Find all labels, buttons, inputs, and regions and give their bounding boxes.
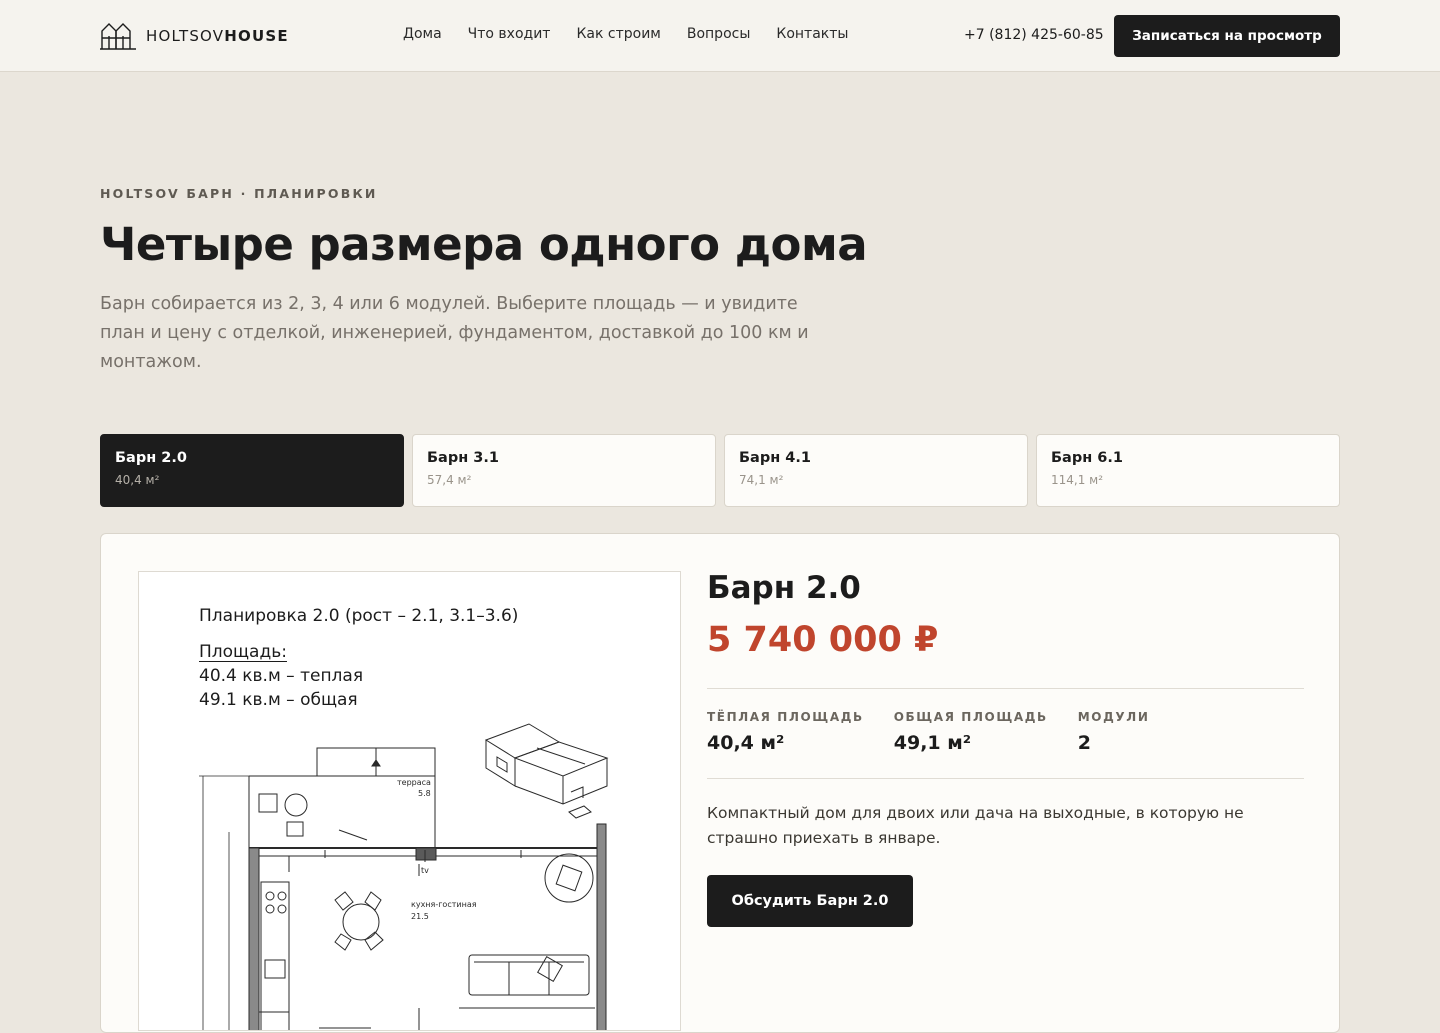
main-nav: Дома Что входит Как строим Вопросы Конта… xyxy=(403,26,848,42)
model-description: Компактный дом для двоих или дача на вых… xyxy=(707,804,1244,847)
tab-barn-3-1[interactable]: Барн 3.1 57,4 м² xyxy=(412,434,716,507)
house-gable-logo-icon xyxy=(100,23,136,50)
page-subtitle: Барн собирается из 2, 3, 4 или 6 модулей… xyxy=(100,294,809,372)
isometric-house-sketch xyxy=(484,723,609,819)
spec-modules: МОДУЛИ 2 xyxy=(1078,710,1150,778)
plan-tv-label: tv xyxy=(421,866,429,875)
section-eyebrow: HOLTSOV БАРН · ПЛАНИРОВКИ xyxy=(100,186,378,201)
spec-value: 49,1 м² xyxy=(893,732,972,754)
tab-barn-4-1[interactable]: Барн 4.1 74,1 м² xyxy=(724,434,1028,507)
plan-kitchen-label: кухня-гостиная xyxy=(411,900,477,909)
floor-plan-image: Планировка 2.0 (рост – 2.1, 3.1–3.6) Пло… xyxy=(138,571,681,1031)
nav-link-included[interactable]: Что входит xyxy=(468,26,551,42)
logo[interactable]: HOLTSOVHOUSE xyxy=(100,22,289,50)
tab-area: 74,1 м² xyxy=(739,473,784,487)
plan-total-area: 49.1 кв.м – общая xyxy=(199,690,358,710)
nav-link-how-we-build[interactable]: Как строим xyxy=(576,26,660,42)
tab-name: Барн 4.1 xyxy=(739,450,811,466)
spec-value: 40,4 м² xyxy=(707,732,785,754)
spec-label: ОБЩАЯ ПЛОЩАДЬ xyxy=(893,710,1048,724)
model-info: Барн 2.0 5 740 000 ₽ ТЁПЛАЯ ПЛОЩАДЬ 40,4… xyxy=(707,570,1304,927)
model-detail-card: Планировка 2.0 (рост – 2.1, 3.1–3.6) Пло… xyxy=(100,533,1340,1033)
tab-barn-2-0[interactable]: Барн 2.0 40,4 м² xyxy=(100,434,404,507)
tab-area: 57,4 м² xyxy=(427,473,472,487)
model-title: Барн 2.0 xyxy=(707,570,861,606)
nav-link-houses[interactable]: Дома xyxy=(403,26,442,42)
logo-text: HOLTSOVHOUSE xyxy=(146,27,289,45)
tab-name: Барн 3.1 xyxy=(427,450,499,466)
nav-link-contacts[interactable]: Контакты xyxy=(776,26,848,42)
site-header: HOLTSOVHOUSE Дома Что входит Как строим … xyxy=(0,0,1440,72)
discuss-model-button[interactable]: Обсудить Барн 2.0 xyxy=(707,875,913,927)
plan-terrace-label: терраса xyxy=(397,778,431,787)
plan-area-label: Площадь: xyxy=(199,642,287,662)
tab-barn-6-1[interactable]: Барн 6.1 114,1 м² xyxy=(1036,434,1340,507)
book-viewing-button[interactable]: Записаться на просмотр xyxy=(1114,15,1340,57)
plan-warm-area: 40.4 кв.м – теплая xyxy=(199,666,364,686)
phone-link[interactable]: +7 (812) 425-60-85 xyxy=(964,27,1104,43)
tab-area: 114,1 м² xyxy=(1051,473,1104,487)
nav-link-faq[interactable]: Вопросы xyxy=(687,26,751,42)
tab-name: Барн 2.0 xyxy=(115,450,187,466)
page-title: Четыре размера одного дома xyxy=(100,218,868,271)
spec-total-area: ОБЩАЯ ПЛОЩАДЬ 49,1 м² xyxy=(894,710,1048,778)
model-specs: ТЁПЛАЯ ПЛОЩАДЬ 40,4 м² ОБЩАЯ ПЛОЩАДЬ 49,… xyxy=(707,688,1304,779)
spec-value: 2 xyxy=(1077,732,1091,754)
model-tabs: Барн 2.0 40,4 м² Барн 3.1 57,4 м² Барн 4… xyxy=(100,434,1340,507)
tab-area: 40,4 м² xyxy=(115,473,160,487)
plan-terrace-value: 5.8 xyxy=(418,789,431,798)
plan-kitchen-value: 21.5 xyxy=(411,912,429,921)
plan-title: Планировка 2.0 (рост – 2.1, 3.1–3.6) xyxy=(199,606,519,626)
model-price: 5 740 000 ₽ xyxy=(707,620,939,660)
tab-name: Барн 6.1 xyxy=(1051,450,1123,466)
spec-label: МОДУЛИ xyxy=(1077,710,1150,724)
floor-plan-drawing xyxy=(199,723,609,1030)
spec-warm-area: ТЁПЛАЯ ПЛОЩАДЬ 40,4 м² xyxy=(707,710,864,778)
spec-label: ТЁПЛАЯ ПЛОЩАДЬ xyxy=(707,710,864,724)
